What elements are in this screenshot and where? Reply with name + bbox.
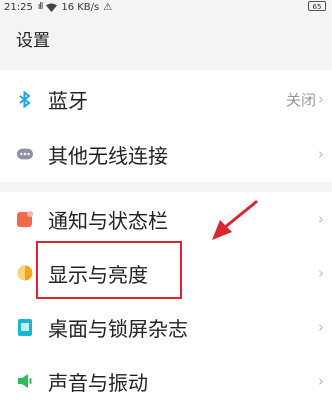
chevron-right-icon: › (318, 318, 324, 336)
settings-item-label: 声音与振动 (48, 370, 148, 395)
settings-item-label: 通知与状态栏 (48, 208, 168, 233)
settings-item-label: 蓝牙 (48, 88, 88, 113)
wifi-icon (46, 3, 58, 12)
settings-item-sound-vibration[interactable]: 声音与振动 › (0, 354, 332, 408)
more-dots-icon (17, 146, 33, 162)
settings-group-connectivity: 蓝牙 关闭 › 其他无线连接 › (0, 70, 332, 182)
desktop-lockscreen-icon (17, 318, 33, 336)
settings-item-label: 桌面与锁屏杂志 (48, 316, 188, 341)
notification-icon (17, 211, 33, 227)
network-speed: 16 KB/s (61, 1, 100, 13)
chevron-right-icon: › (318, 264, 324, 282)
bluetooth-status: 关闭 (285, 90, 316, 109)
signal-icon: ıll (37, 2, 43, 12)
display-brightness-icon (17, 265, 33, 281)
settings-group-display: 通知与状态栏 › 显示与亮度 › 桌面与锁屏杂志 › 声音与振动 › (0, 192, 332, 419)
settings-item-label: 其他无线连接 (48, 143, 168, 168)
bluetooth-icon (17, 90, 33, 108)
chevron-right-icon: › (318, 210, 324, 228)
settings-item-desktop-lockscreen[interactable]: 桌面与锁屏杂志 › (0, 300, 332, 354)
settings-item-other-wireless[interactable]: 其他无线连接 › (0, 127, 332, 181)
battery-icon: 65 (308, 1, 326, 11)
chevron-right-icon: › (318, 90, 324, 108)
status-time: 21:25 (4, 1, 33, 13)
page-title: 设置 (16, 31, 50, 51)
settings-item-bluetooth[interactable]: 蓝牙 关闭 › (0, 72, 332, 126)
status-bar: 21:25 ıll 16 KB/s ⚠ 65 (0, 0, 332, 14)
annotation-arrow-icon (212, 200, 258, 240)
speaker-icon (17, 373, 33, 389)
highlight-box (36, 241, 182, 299)
settings-item-notifications[interactable]: 通知与状态栏 › (0, 192, 332, 246)
alert-icon: ⚠ (103, 1, 113, 13)
chevron-right-icon: › (318, 145, 324, 163)
chevron-right-icon: › (318, 372, 324, 390)
